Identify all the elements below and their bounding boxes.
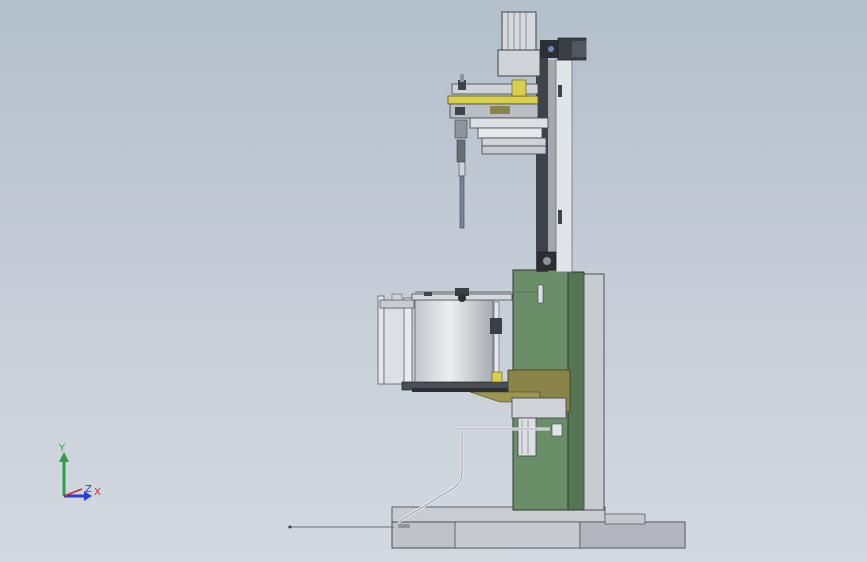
upper-head[interactable] (447, 74, 549, 163)
axis-triad: Y Z X (52, 440, 112, 505)
x-axis-label: X (94, 487, 101, 498)
machine-assembly-icon[interactable] (0, 0, 867, 562)
z-axis-label: Z (85, 484, 92, 495)
cad-viewport[interactable]: Y Z X (0, 0, 867, 562)
y-axis-label: Y (59, 443, 66, 454)
base-assembly[interactable] (391, 506, 686, 549)
vertical-rail[interactable] (536, 58, 573, 273)
probe-rod[interactable] (458, 161, 466, 229)
